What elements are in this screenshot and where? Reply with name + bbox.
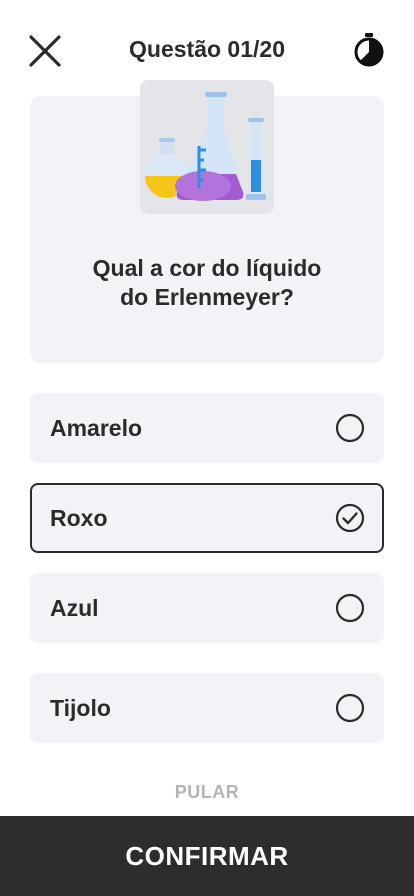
option-label: Roxo <box>50 505 108 531</box>
option-label: Azul <box>50 595 99 621</box>
option-roxo[interactable]: Roxo <box>30 483 384 553</box>
option-amarelo[interactable]: Amarelo <box>30 393 384 463</box>
flasks-icon <box>145 92 266 201</box>
timer-button[interactable] <box>351 32 387 68</box>
timer-icon <box>354 33 384 67</box>
question-text-line2: do Erlenmeyer? <box>120 284 294 310</box>
radio-unchecked-icon <box>335 593 365 623</box>
option-label: Tijolo <box>50 695 111 721</box>
radio-unchecked-icon <box>335 413 365 443</box>
option-tijolo[interactable]: Tijolo <box>30 673 384 743</box>
question-text: Qual a cor do líquido do Erlenmeyer? <box>30 254 384 312</box>
option-label: Amarelo <box>50 415 143 441</box>
lab-flasks-illustration <box>140 80 274 214</box>
radio-checked-icon <box>335 503 365 533</box>
radio-unchecked-icon <box>335 693 365 723</box>
skip-button[interactable]: PULAR <box>0 782 414 803</box>
confirm-button[interactable]: CONFIRMAR <box>0 816 414 896</box>
question-text-line1: Qual a cor do líquido <box>92 255 322 281</box>
option-azul[interactable]: Azul <box>30 573 384 643</box>
